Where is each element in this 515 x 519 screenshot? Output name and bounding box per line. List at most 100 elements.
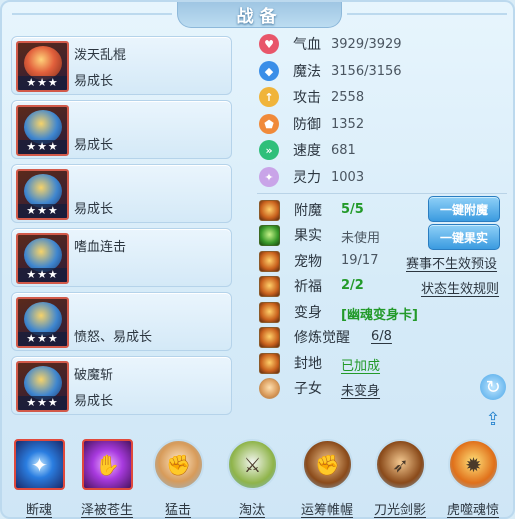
stat-value: 3929/3929: [331, 36, 402, 52]
prop-blessing: 祈福: [259, 275, 322, 297]
equip-desc: 愤怒、易成长: [74, 330, 153, 345]
skill-6[interactable]: ➶ 刀光剑影: [369, 439, 431, 519]
children-icon: [259, 377, 280, 399]
skill-4[interactable]: ⚔ 淘汰: [221, 439, 283, 519]
tournament-preset-link[interactable]: 赛事不生效预设: [406, 253, 497, 272]
prop-children: 子女: [259, 377, 322, 399]
transform-icon: [259, 301, 280, 323]
blue-orb-icon: ✦: [14, 439, 65, 490]
prop-label: 变身: [294, 305, 322, 321]
skill-label: 运筹帷幄: [300, 503, 353, 518]
fruit-icon: [259, 224, 280, 246]
prop-enchant: 附魔: [259, 199, 322, 221]
title-deco-left: [12, 13, 172, 15]
club-icon: ★★★: [16, 41, 69, 92]
stat-attack: ↑ 攻击 2558: [259, 86, 364, 108]
equip-name: 破魔斩: [74, 368, 114, 383]
equip-slot-3[interactable]: ★★★ 易成长: [11, 164, 232, 223]
enchant-icon: [259, 199, 280, 221]
stat-label: 魔法: [293, 64, 321, 80]
fire-tiger-icon: ✹: [448, 439, 499, 490]
stat-value: 3156/3156: [331, 63, 402, 79]
skill-label: 刀光剑影: [373, 503, 426, 518]
refresh-icon[interactable]: ↻: [480, 374, 506, 400]
fist-power-icon: ✊: [302, 439, 353, 490]
title-deco-right: [347, 13, 507, 15]
fruit-value: 未使用: [341, 231, 381, 246]
stat-spirit: ✦ 灵力 1003: [259, 166, 364, 188]
equip-slot-2[interactable]: ★★★ 易成长: [11, 100, 232, 159]
skill-label: 猛击: [164, 503, 191, 518]
transform-value[interactable]: [幽魂变身卡]: [341, 304, 418, 323]
stat-label: 攻击: [293, 90, 321, 106]
skill-1[interactable]: ✦ 断魂: [8, 439, 70, 519]
stat-value: 1003: [331, 169, 365, 185]
stat-speed: » 速度 681: [259, 139, 356, 161]
stat-label: 防御: [293, 117, 321, 133]
enchant-value: 5/5: [341, 202, 364, 217]
stat-mp: ◆ 魔法 3156/3156: [259, 60, 402, 82]
shield-icon: ⬟: [259, 114, 279, 134]
pet-value: 19/17: [341, 253, 379, 268]
equip-slot-6[interactable]: ★★★ 破魔斩 易成长: [11, 356, 232, 415]
skill-5[interactable]: ✊ 运筹帷幄: [296, 439, 358, 519]
blue-crown-icon: ★★★: [16, 233, 69, 284]
fief-value[interactable]: 已加成: [341, 355, 380, 374]
stat-hp: ♥ 气血 3929/3929: [259, 33, 402, 55]
golden-armor-icon: ★★★: [16, 105, 69, 156]
stat-label: 气血: [293, 37, 321, 53]
title-banner: 战备: [177, 2, 342, 28]
golden-mask-icon: ★★★: [16, 169, 69, 220]
golden-ornament-icon: ★★★: [16, 361, 69, 412]
purple-palm-icon: ✋: [82, 439, 133, 490]
equip-desc: 易成长: [74, 138, 114, 153]
skill-7[interactable]: ✹ 虎噬魂惊: [442, 439, 504, 519]
skill-3[interactable]: ✊ 猛击: [147, 439, 209, 519]
skill-label: 淘汰: [238, 503, 265, 518]
prop-awaken: 修炼觉醒: [259, 326, 350, 348]
prop-label: 果实: [294, 228, 322, 244]
stat-value: 1352: [331, 116, 365, 132]
skill-2[interactable]: ✋ 泽被苍生: [76, 439, 138, 519]
attack-icon: ↑: [259, 87, 279, 107]
prop-transform: 变身: [259, 301, 322, 323]
equip-slot-1[interactable]: ★★★ 泼天乱棍 易成长: [11, 36, 232, 95]
stats-divider: [257, 193, 507, 194]
equip-desc: 易成长: [74, 202, 114, 217]
status-rules-link[interactable]: 状态生效规则: [421, 278, 499, 297]
equip-slot-4[interactable]: ★★★ 嗜血连击: [11, 228, 232, 287]
equip-slot-5[interactable]: ★★★ 愤怒、易成长: [11, 292, 232, 351]
page-title: 战备: [236, 7, 283, 27]
prop-label: 子女: [294, 381, 322, 397]
battle-prep-panel: 战备 ★★★ 泼天乱棍 易成长 ★★★ 易成长 ★★★ 易成长 ★★★ 嗜血连击: [0, 0, 515, 519]
prop-label: 附魔: [294, 203, 322, 219]
prop-pet: 宠物: [259, 250, 322, 272]
pet-icon: [259, 250, 280, 272]
skill-label: 泽被苍生: [80, 503, 133, 518]
equip-desc: 易成长: [74, 74, 114, 89]
children-value[interactable]: 未变身: [341, 380, 380, 399]
prop-label: 封地: [294, 356, 322, 372]
speed-icon: »: [259, 140, 279, 160]
stat-defense: ⬟ 防御 1352: [259, 113, 364, 135]
equip-name: 泼天乱棍: [74, 48, 127, 63]
one-click-fruit-button[interactable]: 一键果实: [428, 224, 500, 250]
prop-label: 宠物: [294, 254, 322, 270]
blessing-value: 2/2: [341, 278, 364, 293]
star-rating: ★★★: [18, 204, 67, 218]
star-rating: ★★★: [18, 396, 67, 410]
spirit-icon: ✦: [259, 167, 279, 187]
equip-desc: 易成长: [74, 394, 114, 409]
fief-icon: [259, 352, 280, 374]
skill-label: 断魂: [25, 503, 52, 518]
prop-label: 修炼觉醒: [294, 330, 350, 346]
share-icon[interactable]: ⇪: [480, 406, 506, 432]
stat-value: 2558: [331, 89, 365, 105]
awaken-icon: [259, 326, 280, 348]
one-click-enchant-button[interactable]: 一键附魔: [428, 196, 500, 222]
blade-icon: ➶: [375, 439, 426, 490]
star-rating: ★★★: [18, 268, 67, 282]
prop-fief: 封地: [259, 352, 322, 374]
mana-diamond-icon: ◆: [259, 61, 279, 81]
awaken-value[interactable]: 6/8: [371, 329, 392, 344]
